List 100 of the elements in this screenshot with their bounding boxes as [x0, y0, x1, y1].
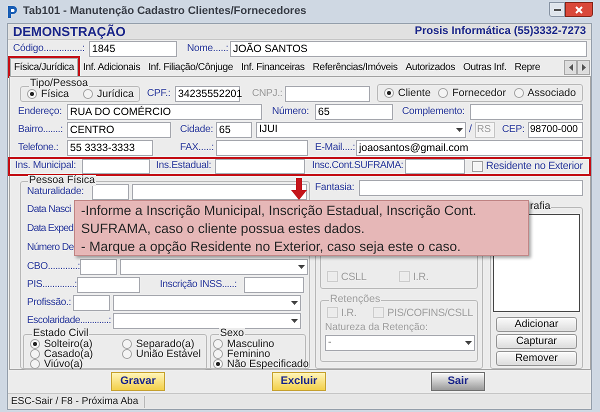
field-label: Ins. Municipal: — [15, 160, 77, 172]
tab[interactable]: Autorizados — [402, 60, 458, 76]
input-field[interactable]: 34235552201 — [175, 86, 240, 102]
group-title: Retenções — [329, 294, 382, 305]
caret-icon — [291, 318, 298, 323]
radio-button[interactable] — [213, 338, 223, 349]
field-label: Código...............: — [13, 42, 86, 55]
input-field[interactable] — [359, 180, 583, 196]
input-field[interactable] — [80, 258, 117, 275]
input-field[interactable] — [76, 276, 140, 293]
field-label: Data Exped — [27, 223, 74, 236]
input-field[interactable]: 65 — [315, 104, 393, 120]
radio-label: Associado — [528, 88, 576, 98]
checkbox-label: I.R. — [413, 270, 429, 283]
checkbox-label: I.R. — [341, 306, 357, 319]
action-button[interactable]: Sair — [431, 372, 485, 391]
callout-text: -Informe a Inscrição Municipal, Inscrição Estadual, Inscrição Cont. SUFRAMA, caso o cliente possua estes dados. — [81, 202, 478, 238]
radio-button[interactable] — [30, 358, 40, 369]
field-label: Data Nasci — [27, 204, 71, 216]
field-label: Naturalidade: — [27, 186, 85, 198]
radio-label: Casado(a) — [44, 348, 94, 359]
input-field[interactable] — [92, 184, 129, 200]
tab[interactable]: Inf. Adicionais — [80, 60, 144, 76]
radio-label: União Estável — [136, 348, 201, 359]
field-label: Bairro.......: — [18, 124, 64, 136]
close-button[interactable] — [565, 2, 593, 17]
tab[interactable]: Referências/Imóveis — [310, 60, 401, 76]
radio-label: Viúvo(a) — [44, 358, 83, 369]
scroll-right-button[interactable] — [577, 60, 590, 75]
radio-button[interactable] — [30, 338, 40, 349]
input-field[interactable] — [405, 158, 465, 174]
field-label: PIS.............: — [27, 278, 77, 291]
radio-label: Fornecedor — [452, 88, 506, 98]
photo-button[interactable]: Adicionar — [496, 316, 577, 332]
radio-button[interactable] — [384, 88, 394, 98]
company-name: DEMONSTRAÇÃO — [13, 22, 126, 41]
field-label: E-Mail....: — [315, 142, 356, 154]
input-field[interactable] — [216, 140, 308, 156]
input-field[interactable] — [132, 184, 307, 200]
radio-button[interactable] — [27, 88, 37, 99]
radio-button[interactable] — [438, 88, 448, 98]
field-label: Cidade: — [180, 124, 214, 136]
close-icon — [575, 6, 583, 14]
radio-label: Jurídica — [97, 88, 134, 99]
radio-label: Cliente — [398, 88, 431, 98]
minimize-button[interactable] — [549, 2, 565, 17]
tab[interactable]: Inf. Filiação/Cônjuge — [145, 60, 236, 76]
dropdown[interactable] — [113, 294, 301, 311]
action-button[interactable]: Excluir — [272, 372, 326, 391]
checkbox-label: CSLL — [341, 270, 366, 283]
input-field[interactable] — [73, 294, 110, 311]
radio-button[interactable] — [30, 348, 40, 359]
input-field[interactable] — [215, 158, 305, 174]
tab[interactable]: Repre — [511, 60, 544, 76]
app-icon — [6, 4, 18, 18]
radio-button[interactable] — [122, 338, 132, 349]
contact-info: Prosis Informática (55)3332-7273 — [414, 24, 586, 40]
radio-button[interactable] — [122, 348, 132, 359]
field-label: Profissão.: — [27, 296, 72, 309]
field-label: Insc.Cont.SUFRAMA: — [312, 160, 404, 172]
dropdown[interactable] — [113, 312, 301, 329]
input-field[interactable] — [285, 86, 370, 102]
action-button[interactable]: Gravar — [111, 372, 165, 391]
input-field[interactable]: RUA DO COMÉRCIO — [67, 104, 262, 120]
input-field[interactable]: joaosantos@gmail.com — [356, 140, 583, 156]
input-field[interactable]: 65 — [216, 122, 252, 138]
checkbox-label: PIS/COFINS/CSLL — [387, 306, 473, 319]
input-field[interactable]: 55 3333-3333 — [67, 140, 153, 156]
arrow-icon — [291, 178, 307, 200]
input-field[interactable] — [244, 276, 304, 293]
input-field[interactable] — [470, 104, 583, 120]
input-field[interactable] — [82, 158, 150, 174]
field-label: CEP: — [502, 124, 526, 136]
radio-button[interactable] — [83, 88, 94, 99]
field-label: Ins.Estadual: — [156, 160, 212, 172]
photo-button[interactable]: Capturar — [496, 334, 577, 349]
radio-button[interactable] — [514, 88, 524, 98]
radio-button[interactable] — [213, 348, 223, 359]
radio-label: Feminino — [227, 348, 270, 359]
tab[interactable]: Inf. Financeiras — [238, 60, 308, 76]
input-field[interactable]: 1845 — [89, 40, 177, 57]
callout-text: - Marque a opção Residente no Exterior, caso seja este o caso. — [81, 238, 462, 256]
radio-label: Separado(a) — [136, 338, 194, 349]
field-label: CBO............: — [27, 260, 80, 273]
checkbox[interactable] — [472, 160, 483, 172]
tab[interactable]: Física/Jurídica — [10, 58, 78, 76]
field-label: Número: — [272, 106, 310, 118]
tab[interactable]: Outras Inf. — [460, 60, 510, 76]
field-label: CPF.: — [147, 88, 172, 100]
dropdown[interactable]: IJUI — [256, 122, 466, 138]
arrow-right-icon — [582, 64, 586, 71]
scroll-left-button[interactable] — [564, 60, 577, 75]
input-field[interactable]: JOÃO SANTOS — [230, 40, 587, 57]
dropdown[interactable] — [120, 258, 308, 275]
radio-button[interactable] — [213, 358, 223, 369]
input-field[interactable]: 98700-000 — [528, 122, 583, 138]
input-field[interactable]: CENTRO — [67, 122, 171, 138]
photo-button[interactable]: Remover — [496, 350, 577, 366]
field-label: Nome.....: — [187, 42, 229, 55]
field-label: CNPJ.: — [252, 88, 284, 100]
